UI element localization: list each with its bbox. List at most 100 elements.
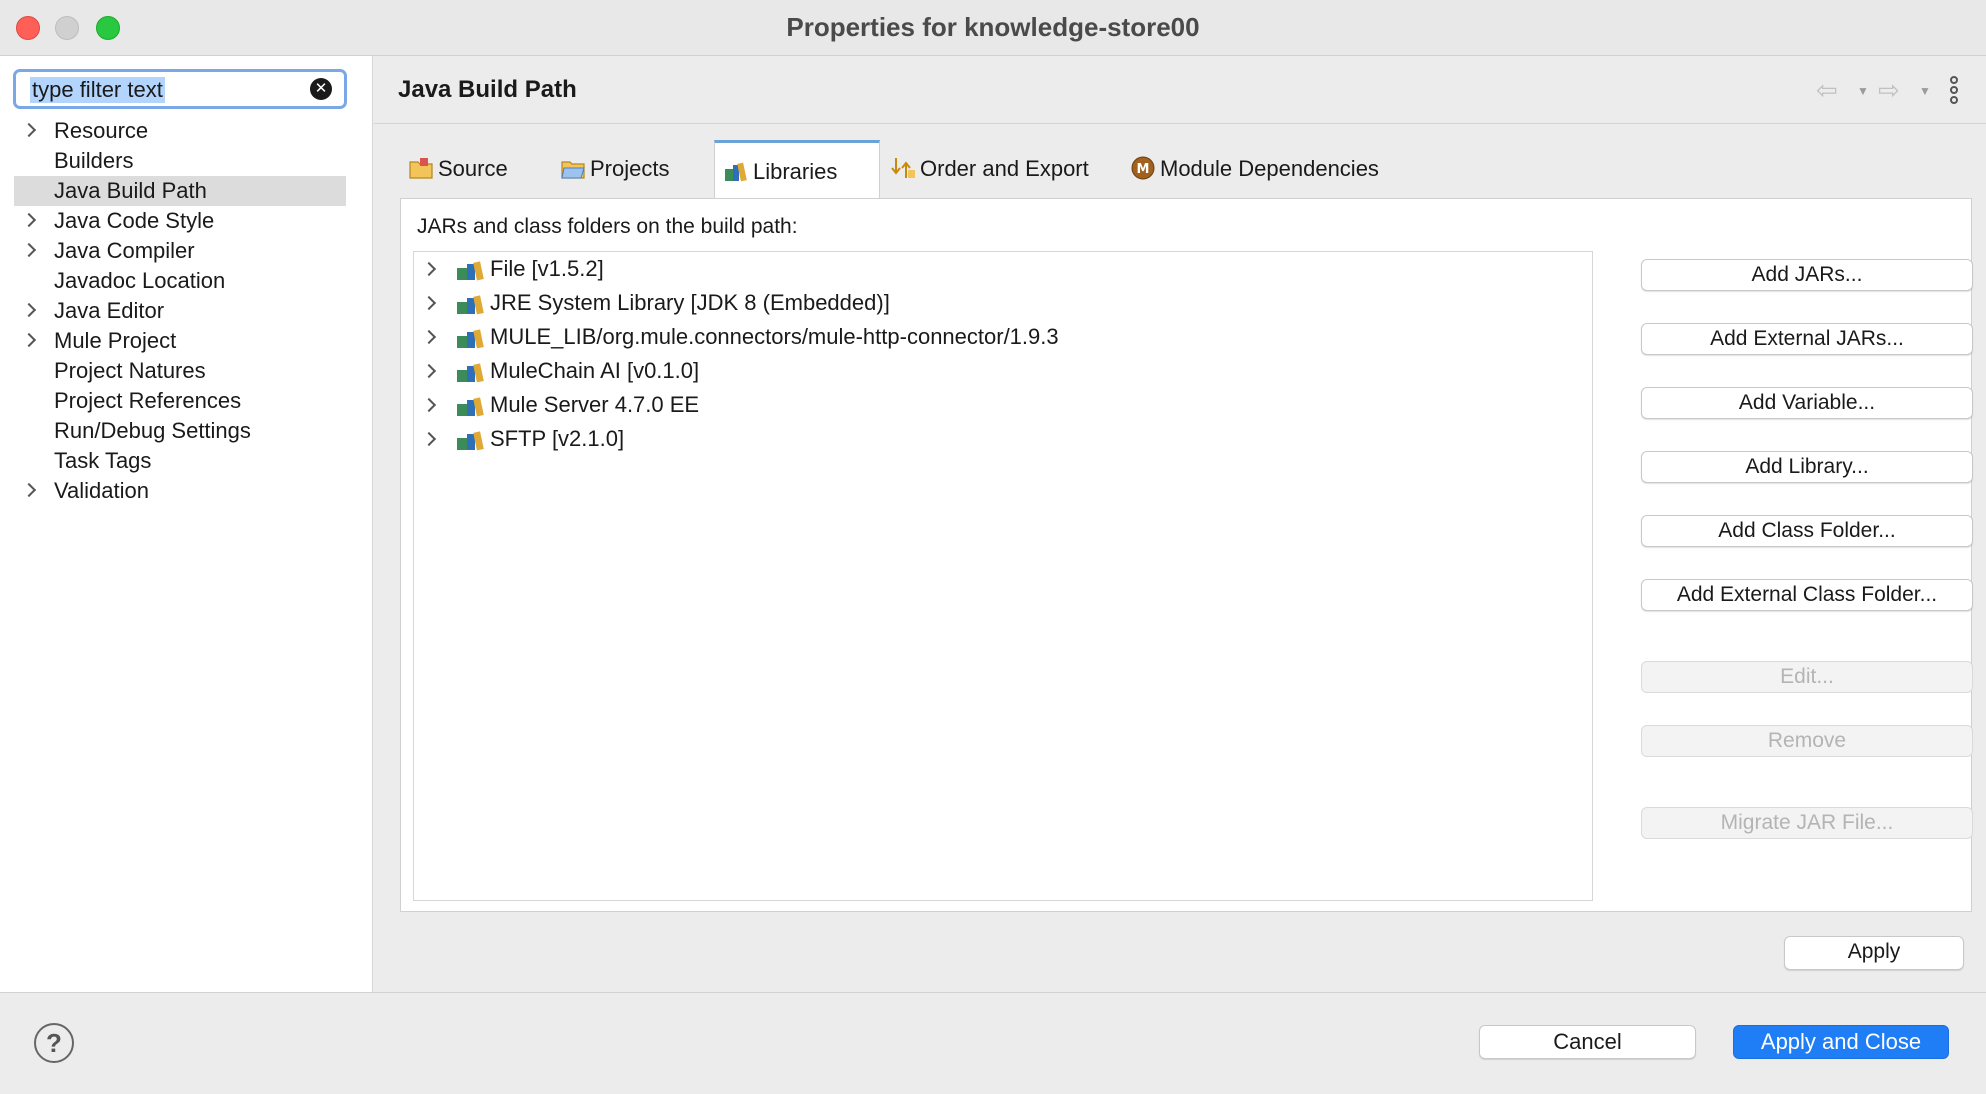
add-jars-button[interactable]: Add JARs...: [1641, 259, 1973, 291]
library-item[interactable]: JRE System Library [JDK 8 (Embedded)]: [414, 286, 1592, 320]
help-icon[interactable]: ?: [34, 1023, 74, 1063]
chevron-right-icon[interactable]: [21, 212, 37, 228]
library-item[interactable]: File [v1.5.2]: [414, 252, 1592, 286]
tree-item-java-build-path[interactable]: Java Build Path: [14, 176, 346, 206]
tree-item-java-compiler[interactable]: Java Compiler: [14, 236, 346, 266]
back-arrow-icon[interactable]: ⇦: [1816, 77, 1838, 103]
forward-dropdown-icon[interactable]: ▼: [1919, 84, 1931, 98]
tree-item-run-debug-settings[interactable]: Run/Debug Settings: [14, 416, 346, 446]
tab-label: Order and Export: [920, 156, 1089, 181]
dialog-footer: ? Cancel Apply and Close: [0, 992, 1986, 1094]
window-title: Properties for knowledge-store00: [786, 12, 1200, 42]
tree-item-javadoc-location[interactable]: Javadoc Location: [14, 266, 346, 296]
tree-item-label: Run/Debug Settings: [54, 418, 251, 443]
view-menu-icon[interactable]: [1950, 76, 1960, 106]
edit-button[interactable]: Edit...: [1641, 661, 1973, 693]
library-label: MULE_LIB/org.mule.connectors/mule-http-c…: [490, 324, 1059, 349]
library-icon: [457, 261, 484, 281]
chevron-right-icon[interactable]: [421, 363, 437, 379]
add-library-button[interactable]: Add Library...: [1641, 451, 1973, 483]
preferences-tree-pane: type filter text ✕ Resource Builders Jav…: [0, 56, 373, 992]
tab-projects[interactable]: Projects: [552, 140, 712, 198]
tree-item-java-code-style[interactable]: Java Code Style: [14, 206, 346, 236]
add-class-folder-button[interactable]: Add Class Folder...: [1641, 515, 1973, 547]
tree-item-project-references[interactable]: Project References: [14, 386, 346, 416]
library-item[interactable]: MuleChain AI [v0.1.0]: [414, 354, 1592, 388]
libraries-tab-panel: JARs and class folders on the build path…: [400, 198, 1973, 912]
libraries-icon: [725, 162, 747, 182]
library-label: Mule Server 4.7.0 EE: [490, 392, 700, 417]
tree-item-resource[interactable]: Resource: [14, 116, 346, 146]
apply-and-close-button[interactable]: Apply and Close: [1733, 1025, 1949, 1059]
library-icon: [457, 431, 484, 451]
tab-source[interactable]: Source: [400, 140, 550, 198]
chevron-right-icon[interactable]: [421, 261, 437, 277]
remove-button[interactable]: Remove: [1641, 725, 1973, 757]
chevron-right-icon[interactable]: [21, 302, 37, 318]
properties-dialog: Properties for knowledge-store00 type fi…: [0, 0, 1986, 1094]
source-folder-icon: [409, 158, 433, 179]
chevron-right-icon[interactable]: [421, 329, 437, 345]
tree-item-task-tags[interactable]: Task Tags: [14, 446, 346, 476]
tab-order-and-export[interactable]: Order and Export: [882, 140, 1100, 198]
add-external-jars-button[interactable]: Add External JARs...: [1641, 323, 1973, 355]
title-bar: Properties for knowledge-store00: [0, 0, 1986, 56]
tab-label: Module Dependencies: [1160, 156, 1379, 181]
forward-arrow-icon[interactable]: ⇨: [1878, 77, 1900, 103]
library-icon: [457, 397, 484, 417]
clear-filter-icon[interactable]: ✕: [310, 78, 332, 100]
library-label: MuleChain AI [v0.1.0]: [490, 358, 700, 383]
chevron-right-icon[interactable]: [421, 397, 437, 413]
tree-item-mule-project[interactable]: Mule Project: [14, 326, 346, 356]
cancel-button[interactable]: Cancel: [1479, 1025, 1696, 1059]
build-path-tabs: Source Projects Libraries Order and Expo…: [400, 140, 1960, 198]
chevron-right-icon[interactable]: [21, 332, 37, 348]
library-label: JRE System Library [JDK 8 (Embedded)]: [490, 290, 890, 315]
filter-input-value[interactable]: type filter text: [30, 77, 165, 103]
tree-item-label: Project References: [54, 388, 242, 413]
library-icon: [457, 295, 484, 315]
tree-item-label: Validation: [54, 478, 149, 503]
filter-input[interactable]: type filter text ✕: [13, 69, 347, 109]
add-variable-button[interactable]: Add Variable...: [1641, 387, 1973, 419]
tree-item-label: Java Build Path: [54, 178, 207, 203]
apply-button[interactable]: Apply: [1784, 936, 1964, 970]
library-item[interactable]: MULE_LIB/org.mule.connectors/mule-http-c…: [414, 320, 1592, 354]
chevron-right-icon[interactable]: [21, 242, 37, 258]
tree-item-java-editor[interactable]: Java Editor: [14, 296, 346, 326]
tab-module-dependencies[interactable]: M Module Dependencies: [1122, 140, 1422, 198]
order-export-icon: [891, 158, 915, 178]
module-icon: M: [1131, 156, 1155, 180]
tree-item-label: Java Code Style: [54, 208, 215, 233]
back-dropdown-icon[interactable]: ▼: [1857, 84, 1869, 98]
tab-label: Projects: [590, 156, 670, 181]
svg-text:M: M: [1137, 162, 1150, 177]
property-page-tree: Resource Builders Java Build Path Java C…: [14, 116, 346, 506]
library-item[interactable]: SFTP [v2.1.0]: [414, 422, 1592, 456]
tree-item-builders[interactable]: Builders: [14, 146, 346, 176]
library-tree[interactable]: File [v1.5.2] JRE System Library [JDK 8 …: [413, 251, 1593, 901]
section-label: JARs and class folders on the build path…: [417, 215, 798, 238]
chevron-right-icon[interactable]: [21, 482, 37, 498]
chevron-right-icon[interactable]: [421, 431, 437, 447]
library-icon: [457, 329, 484, 349]
projects-folder-icon: [561, 161, 585, 179]
chevron-right-icon[interactable]: [421, 295, 437, 311]
tree-item-validation[interactable]: Validation: [14, 476, 346, 506]
chevron-right-icon[interactable]: [21, 122, 37, 138]
tree-item-label: Java Compiler: [54, 238, 195, 263]
tree-item-project-natures[interactable]: Project Natures: [14, 356, 346, 386]
migrate-jar-button[interactable]: Migrate JAR File...: [1641, 807, 1973, 839]
tab-label: Source: [438, 156, 508, 181]
library-label: File [v1.5.2]: [490, 256, 604, 281]
tree-item-label: Javadoc Location: [54, 268, 226, 293]
tab-label: Libraries: [753, 159, 838, 184]
property-page-pane: Java Build Path ⇦ ▼ ⇨ ▼ Source Projects …: [374, 56, 1986, 992]
library-icon: [457, 363, 484, 383]
library-item[interactable]: Mule Server 4.7.0 EE: [414, 388, 1592, 422]
add-external-class-folder-button[interactable]: Add External Class Folder...: [1641, 579, 1973, 611]
tree-item-label: Builders: [54, 148, 134, 173]
tree-item-label: Task Tags: [54, 448, 152, 473]
tree-item-label: Resource: [54, 118, 149, 143]
tab-libraries[interactable]: Libraries: [714, 140, 880, 198]
